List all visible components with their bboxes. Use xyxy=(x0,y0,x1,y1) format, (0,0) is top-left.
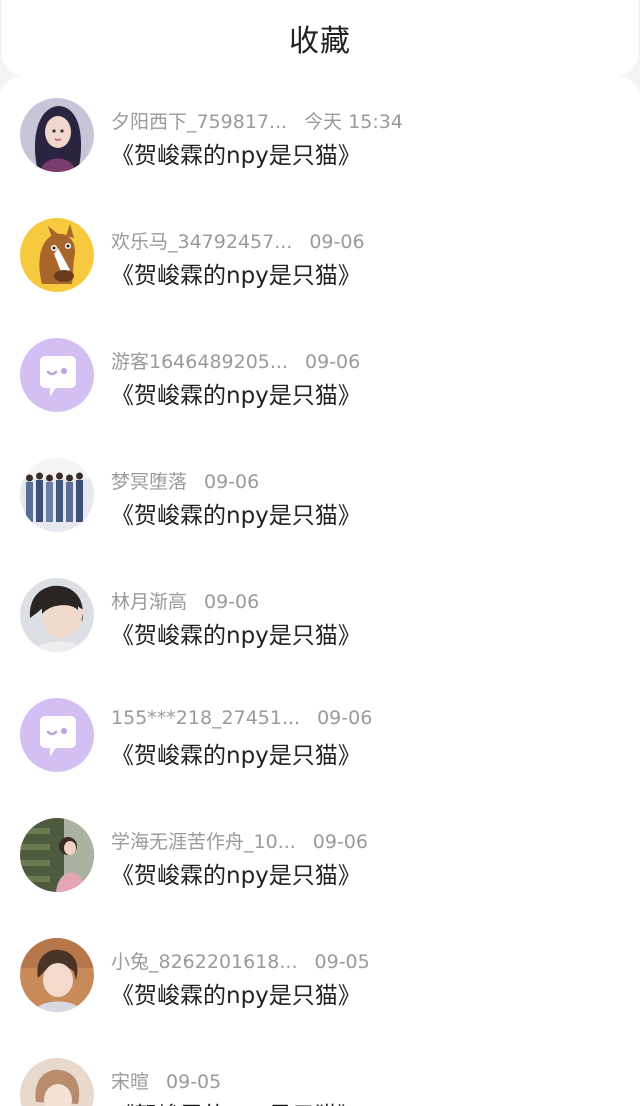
user-name[interactable]: 宋暄 xyxy=(111,1067,149,1094)
library-photo-avatar-icon xyxy=(20,818,94,892)
item-title[interactable]: 《贺峻霖的npy是只猫》 xyxy=(111,136,361,170)
list-item[interactable]: 宋暄 09-05 《贺峻霖的npy是只猫》 xyxy=(0,1036,640,1106)
user-avatar[interactable] xyxy=(20,698,94,772)
user-avatar[interactable] xyxy=(20,338,94,412)
illustrated-woman-avatar-icon xyxy=(20,98,94,172)
item-meta: 林月渐高 09-06 xyxy=(111,587,259,614)
item-meta: 155***218_27451... 09-06 xyxy=(111,707,372,729)
default-chat-avatar-icon xyxy=(20,698,94,772)
item-time: 09-05 xyxy=(166,1071,222,1093)
item-title[interactable]: 《贺峻霖的npy是只猫》 xyxy=(111,856,361,890)
page-title: 收藏 xyxy=(289,24,351,59)
person-photo-avatar-icon xyxy=(20,938,94,1012)
user-name[interactable]: 学海无涯苦作舟_10... xyxy=(111,827,296,854)
item-meta: 学海无涯苦作舟_10... 09-06 xyxy=(111,827,368,854)
item-title[interactable]: 《贺峻霖的npy是只猫》 xyxy=(111,976,361,1010)
cartoon-horse-avatar-icon xyxy=(20,218,94,292)
item-time: 09-06 xyxy=(309,231,365,253)
list-item[interactable]: 林月渐高 09-06 《贺峻霖的npy是只猫》 xyxy=(0,556,640,676)
user-avatar[interactable] xyxy=(20,578,94,652)
user-avatar[interactable] xyxy=(20,98,94,172)
list-item[interactable]: 梦冥堕落 09-06 《贺峻霖的npy是只猫》 xyxy=(0,436,640,556)
item-time: 09-06 xyxy=(204,471,260,493)
item-time: 09-06 xyxy=(204,591,260,613)
user-name[interactable]: 155***218_27451... xyxy=(111,707,300,729)
item-meta: 宋暄 09-05 xyxy=(111,1067,221,1094)
item-title[interactable]: 《贺峻霖的npy是只猫》 xyxy=(111,376,361,410)
top-header: 收藏 xyxy=(2,0,638,76)
favorites-list[interactable]: 夕阳西下_759817... 今天 15:34 《贺峻霖的npy是只猫》 欢乐马… xyxy=(0,76,640,1106)
list-item[interactable]: 小兔_8262201618... 09-05 《贺峻霖的npy是只猫》 xyxy=(0,916,640,1036)
user-avatar[interactable] xyxy=(20,818,94,892)
item-title[interactable]: 《贺峻霖的npy是只猫》 xyxy=(111,736,361,770)
list-item[interactable]: 游客1646489205... 09-06 《贺峻霖的npy是只猫》 xyxy=(0,316,640,436)
user-name[interactable]: 夕阳西下_759817... xyxy=(111,107,287,134)
user-name[interactable]: 梦冥堕落 xyxy=(111,467,187,494)
user-name[interactable]: 林月渐高 xyxy=(111,587,187,614)
item-time: 09-05 xyxy=(314,951,370,973)
list-item[interactable]: 学海无涯苦作舟_10... 09-06 《贺峻霖的npy是只猫》 xyxy=(0,796,640,916)
list-item[interactable]: 夕阳西下_759817... 今天 15:34 《贺峻霖的npy是只猫》 xyxy=(0,76,640,196)
default-chat-avatar-icon xyxy=(20,338,94,412)
item-title[interactable]: 《贺峻霖的npy是只猫》 xyxy=(111,616,361,650)
group-photo-avatar-icon xyxy=(20,458,94,532)
item-meta: 小兔_8262201618... 09-05 xyxy=(111,947,370,974)
item-meta: 游客1646489205... 09-06 xyxy=(111,347,360,374)
item-meta: 梦冥堕落 09-06 xyxy=(111,467,259,494)
person-photo-avatar-icon xyxy=(20,1058,94,1106)
user-name[interactable]: 小兔_8262201618... xyxy=(111,947,298,974)
user-avatar[interactable] xyxy=(20,218,94,292)
item-meta: 夕阳西下_759817... 今天 15:34 xyxy=(111,107,403,134)
user-avatar[interactable] xyxy=(20,938,94,1012)
person-photo-avatar-icon xyxy=(20,578,94,652)
item-meta: 欢乐马_34792457... 09-06 xyxy=(111,227,365,254)
list-item[interactable]: 欢乐马_34792457... 09-06 《贺峻霖的npy是只猫》 xyxy=(0,196,640,316)
user-avatar[interactable] xyxy=(20,458,94,532)
item-time: 今天 15:34 xyxy=(304,111,403,133)
user-avatar[interactable] xyxy=(20,1058,94,1106)
user-name[interactable]: 游客1646489205... xyxy=(111,347,288,374)
item-title[interactable]: 《贺峻霖的npy是只猫》 xyxy=(111,256,361,290)
item-time: 09-06 xyxy=(317,707,373,729)
item-time: 09-06 xyxy=(305,351,361,373)
user-name[interactable]: 欢乐马_34792457... xyxy=(111,227,292,254)
list-item[interactable]: 155***218_27451... 09-06 《贺峻霖的npy是只猫》 xyxy=(0,676,640,796)
item-time: 09-06 xyxy=(312,831,369,853)
item-title[interactable]: 《贺峻霖的npy是只猫》 xyxy=(111,496,361,530)
